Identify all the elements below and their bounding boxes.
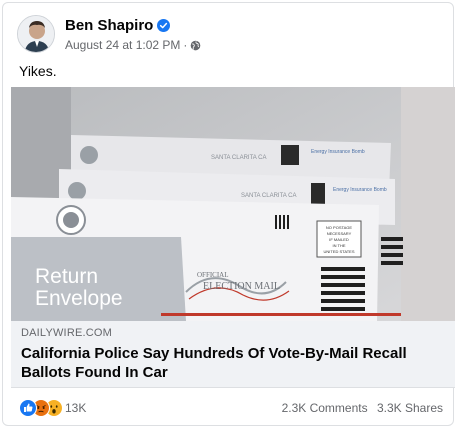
ballot-envelopes-photo: SANTA CLARITA CA Energy Insurance Bomb S… [11,87,455,321]
post-card: Ben Shapiro August 24 at 1:02 PM · Yikes… [2,2,455,426]
globe-icon[interactable] [190,40,201,51]
post-timestamp[interactable]: August 24 at 1:02 PM [65,38,180,52]
envelope-label-line1: Return [35,265,98,288]
postage-box: NO POSTAGE NECESSARY IF MAILED IN THE UN… [316,220,362,258]
post-header: Ben Shapiro August 24 at 1:02 PM · [17,13,437,53]
envelope-label-line2: Envelope [35,287,123,310]
link-preview-image[interactable]: SANTA CLARITA CA Energy Insurance Bomb S… [11,87,455,321]
svg-text:NO POSTAGE: NO POSTAGE [326,225,352,230]
comments-count[interactable]: 2.3K Comments [282,401,368,415]
election-mail-text: ELECTION MAIL [203,281,280,292]
reactions-summary[interactable]: 13K [19,399,86,417]
svg-text:IF MAILED: IF MAILED [329,237,349,242]
link-domain: DAILYWIRE.COM [21,327,113,339]
link-preview[interactable]: DAILYWIRE.COM California Police Say Hund… [11,321,455,388]
avatar-photo [18,16,54,52]
reactions-count[interactable]: 13K [65,401,86,415]
official-text: OFFICIAL [197,271,229,279]
avatar[interactable] [17,15,55,53]
svg-text:IN THE: IN THE [332,243,345,248]
svg-text:NECESSARY: NECESSARY [327,231,352,236]
county-text: SANTA CLARITA CA [211,155,266,161]
svg-text:UNITED STATES: UNITED STATES [324,249,355,254]
author-name-text[interactable]: Ben Shapiro [65,17,153,34]
meta-separator: · [183,38,188,52]
post-meta: August 24 at 1:02 PM · [65,38,201,52]
engagement-stats: 2.3K Comments 3.3K Shares [282,401,443,415]
link-headline[interactable]: California Police Say Hundreds Of Vote-B… [21,344,441,382]
reaction-icons [19,399,63,417]
like-icon [19,399,37,417]
shares-count[interactable]: 3.3K Shares [377,401,443,415]
county-text-2: SANTA CLARITA CA [241,193,296,199]
author-name[interactable]: Ben Shapiro [65,17,171,34]
stamp-text-1: Energy Insurance Bomb [311,149,365,155]
post-text: Yikes. [19,63,57,79]
stamp-text-2: Energy Insurance Bomb [333,187,387,193]
verified-badge-icon [157,19,171,32]
front-envelope: Return Envelope NO POSTAGE NECESSARY IF … [11,197,403,321]
